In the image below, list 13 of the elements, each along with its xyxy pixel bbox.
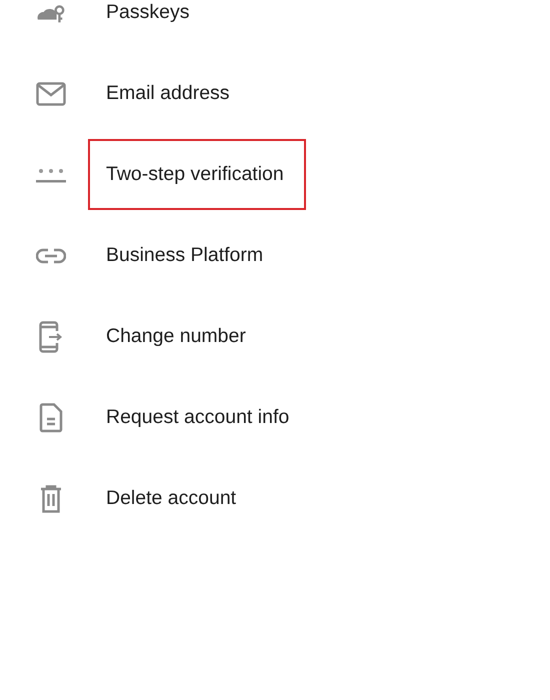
menu-item[interactable]: Business Platform <box>88 220 286 291</box>
menu-item[interactable]: Delete account <box>88 463 258 534</box>
menu-item[interactable]: Passkeys <box>88 0 212 48</box>
envelope-icon <box>36 82 66 106</box>
document-icon <box>39 402 63 432</box>
menu-item[interactable]: Email address <box>88 58 252 129</box>
phone-arrow-icon <box>39 320 63 352</box>
menu-item[interactable]: Request account info <box>88 382 312 453</box>
menu-item[interactable]: Change number <box>88 301 268 372</box>
trash-icon <box>40 484 62 512</box>
menu-item[interactable]: Two-step verification <box>88 139 306 210</box>
asterisks-icon <box>36 166 66 182</box>
link-icon <box>36 248 66 264</box>
